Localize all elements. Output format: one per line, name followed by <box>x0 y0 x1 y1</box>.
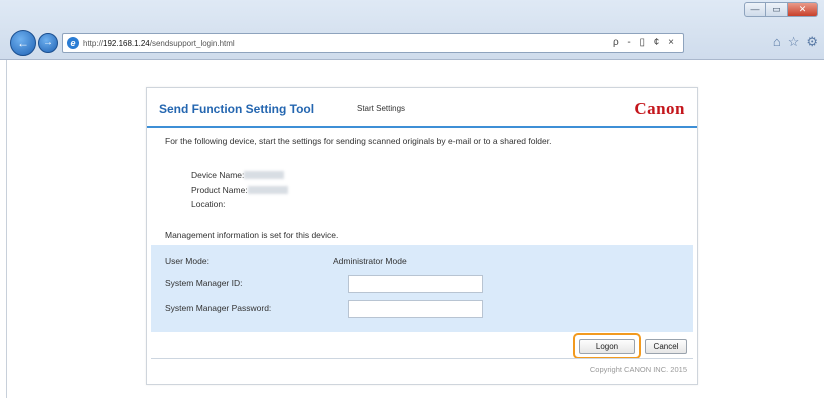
location-label: Location: <box>191 199 226 209</box>
close-window-button[interactable]: ✕ <box>788 2 818 17</box>
logon-button[interactable]: Logon <box>579 339 635 354</box>
device-info: Device Name: Product Name: Location: <box>191 168 288 212</box>
user-mode-label: User Mode: <box>165 256 209 266</box>
manager-id-label: System Manager ID: <box>165 278 243 288</box>
product-name-value-redacted <box>247 185 288 194</box>
arrow-right-icon: → <box>43 37 53 48</box>
login-panel: User Mode: Administrator Mode System Man… <box>151 245 693 332</box>
divider <box>151 358 693 359</box>
password-input[interactable] <box>348 300 483 318</box>
maximize-button[interactable]: ▭ <box>766 2 788 17</box>
ie-logo-icon: e <box>67 37 79 49</box>
copyright: Copyright CANON INC. 2015 <box>589 365 687 374</box>
product-name-label: Product Name: <box>191 184 248 195</box>
manager-id-input[interactable] <box>348 275 483 293</box>
management-notice: Management information is set for this d… <box>165 230 339 240</box>
window-controls: — ▭ ✕ <box>744 2 818 18</box>
forward-button[interactable]: → <box>38 33 58 53</box>
device-name-value-redacted <box>244 171 285 179</box>
address-tools[interactable]: ρ - ▯ ¢ × <box>613 37 677 48</box>
home-icon[interactable]: ⌂ <box>773 34 781 50</box>
back-button[interactable]: ← <box>10 30 36 56</box>
card-header: Send Function Setting Tool Start Setting… <box>147 88 697 128</box>
arrow-left-icon: ← <box>17 36 29 50</box>
canon-logo: Canon <box>634 99 685 118</box>
address-bar[interactable]: e http://192.168.1.24/sendsupport_login.… <box>62 33 684 53</box>
cancel-button[interactable]: Cancel <box>645 339 687 354</box>
page-subtitle: Start Settings <box>357 104 406 113</box>
browser-toolbar: ⌂ ☆ ⚙ <box>773 34 818 50</box>
favorites-icon[interactable]: ☆ <box>788 34 800 50</box>
url-text: http://192.168.1.24/sendsupport_login.ht… <box>83 38 235 48</box>
minimize-button[interactable]: — <box>744 2 766 17</box>
settings-icon[interactable]: ⚙ <box>806 34 818 50</box>
browser-chrome: — ▭ ✕ ← → e http://192.168.1.24/sendsupp… <box>0 0 824 60</box>
password-label: System Manager Password: <box>165 303 272 313</box>
device-name-label: Device Name: <box>191 170 245 180</box>
window-edge <box>6 60 7 398</box>
intro-text: For the following device, start the sett… <box>165 136 552 146</box>
login-card: Send Function Setting Tool Start Setting… <box>146 87 698 385</box>
page-title: Send Function Setting Tool <box>159 102 315 116</box>
user-mode-value: Administrator Mode <box>333 256 407 266</box>
